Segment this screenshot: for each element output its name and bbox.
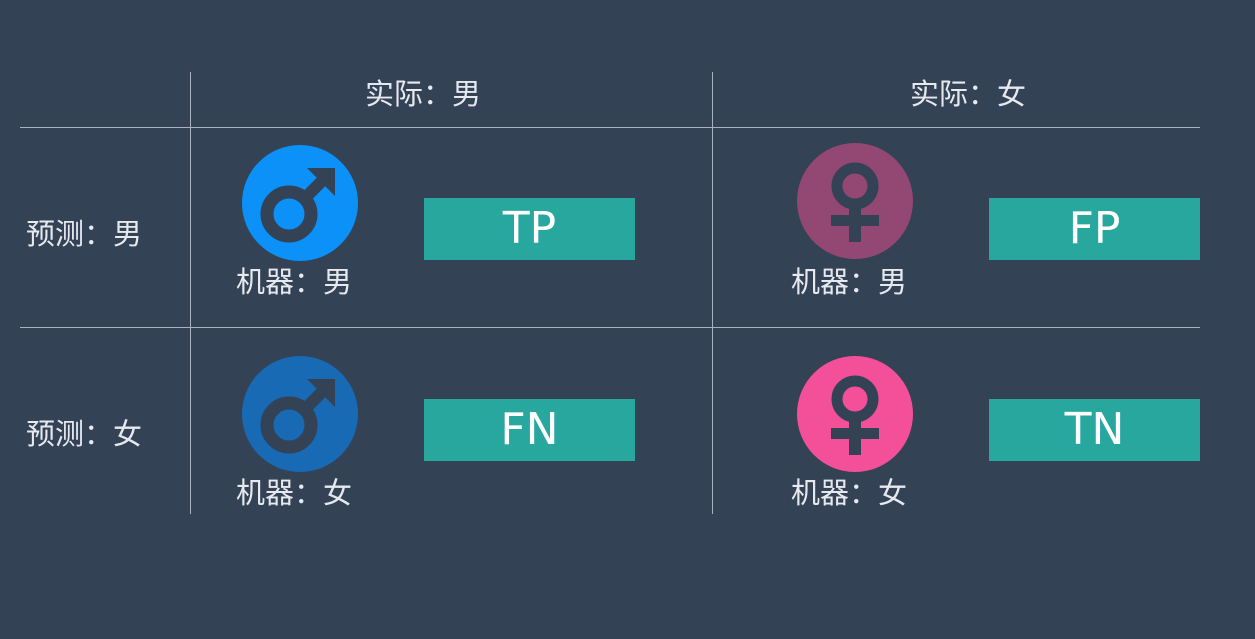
- row-divider-line: [20, 327, 1200, 328]
- machine-label: 机器：女: [236, 476, 353, 510]
- column-divider-line: [712, 72, 713, 514]
- tn-badge: TN: [989, 399, 1200, 461]
- header-divider-line: [20, 127, 1200, 128]
- fn-badge: FN: [424, 399, 635, 461]
- male-symbol-icon: [242, 356, 358, 472]
- female-symbol-icon: [797, 356, 913, 472]
- row-header-predicted-male: 预测：男: [26, 217, 143, 251]
- fp-badge: FP: [989, 198, 1200, 260]
- machine-label: 机器：女: [791, 476, 908, 510]
- female-symbol-icon: [797, 143, 913, 259]
- column-header-actual-male: 实际：男: [364, 77, 481, 111]
- tp-badge: TP: [424, 198, 635, 260]
- row-header-predicted-female: 预测：女: [26, 417, 143, 451]
- male-symbol-icon: [242, 145, 358, 261]
- column-header-actual-female: 实际：女: [909, 77, 1026, 111]
- machine-label: 机器：男: [791, 265, 908, 299]
- machine-label: 机器：男: [236, 265, 353, 299]
